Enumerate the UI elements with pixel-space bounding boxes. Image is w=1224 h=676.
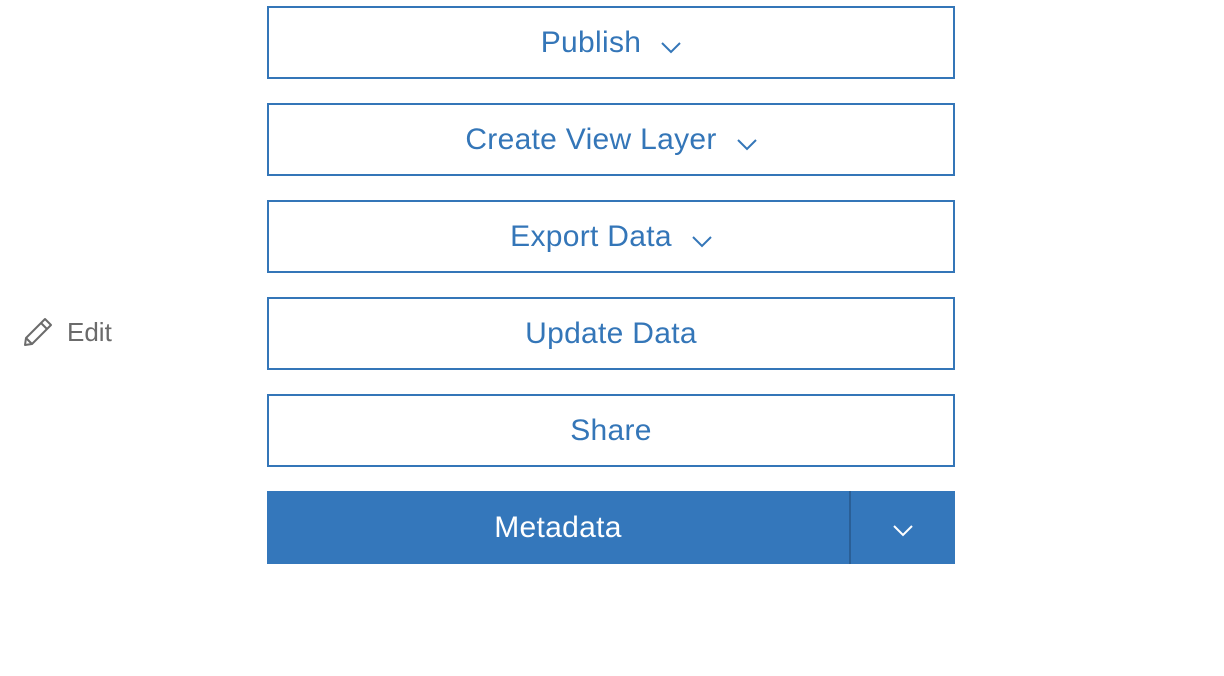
publish-button[interactable]: Publish: [267, 6, 955, 79]
create-view-layer-button[interactable]: Create View Layer: [267, 103, 955, 176]
metadata-button[interactable]: Metadata: [267, 491, 849, 564]
metadata-label: Metadata: [494, 510, 622, 544]
chevron-down-icon: [736, 125, 757, 159]
chevron-down-icon: [893, 511, 913, 545]
export-data-label: Export Data: [510, 219, 672, 253]
item-actions-page: Edit Publish Create View Layer Export Da…: [0, 0, 1224, 676]
pencil-icon: [22, 316, 54, 348]
share-label: Share: [570, 413, 652, 447]
chevron-down-icon: [661, 28, 681, 62]
metadata-split-button: Metadata: [267, 491, 955, 564]
create-view-layer-label: Create View Layer: [465, 122, 717, 156]
update-data-label: Update Data: [525, 316, 697, 350]
publish-label: Publish: [540, 25, 642, 59]
edit-label: Edit: [67, 316, 112, 347]
update-data-button[interactable]: Update Data: [267, 297, 955, 370]
edit-link[interactable]: Edit: [22, 314, 112, 350]
chevron-down-icon: [692, 222, 712, 256]
share-button[interactable]: Share: [267, 394, 955, 467]
action-button-stack: Publish Create View Layer Export Data Up…: [267, 6, 955, 564]
export-data-button[interactable]: Export Data: [267, 200, 955, 273]
metadata-dropdown-toggle[interactable]: [851, 491, 955, 564]
